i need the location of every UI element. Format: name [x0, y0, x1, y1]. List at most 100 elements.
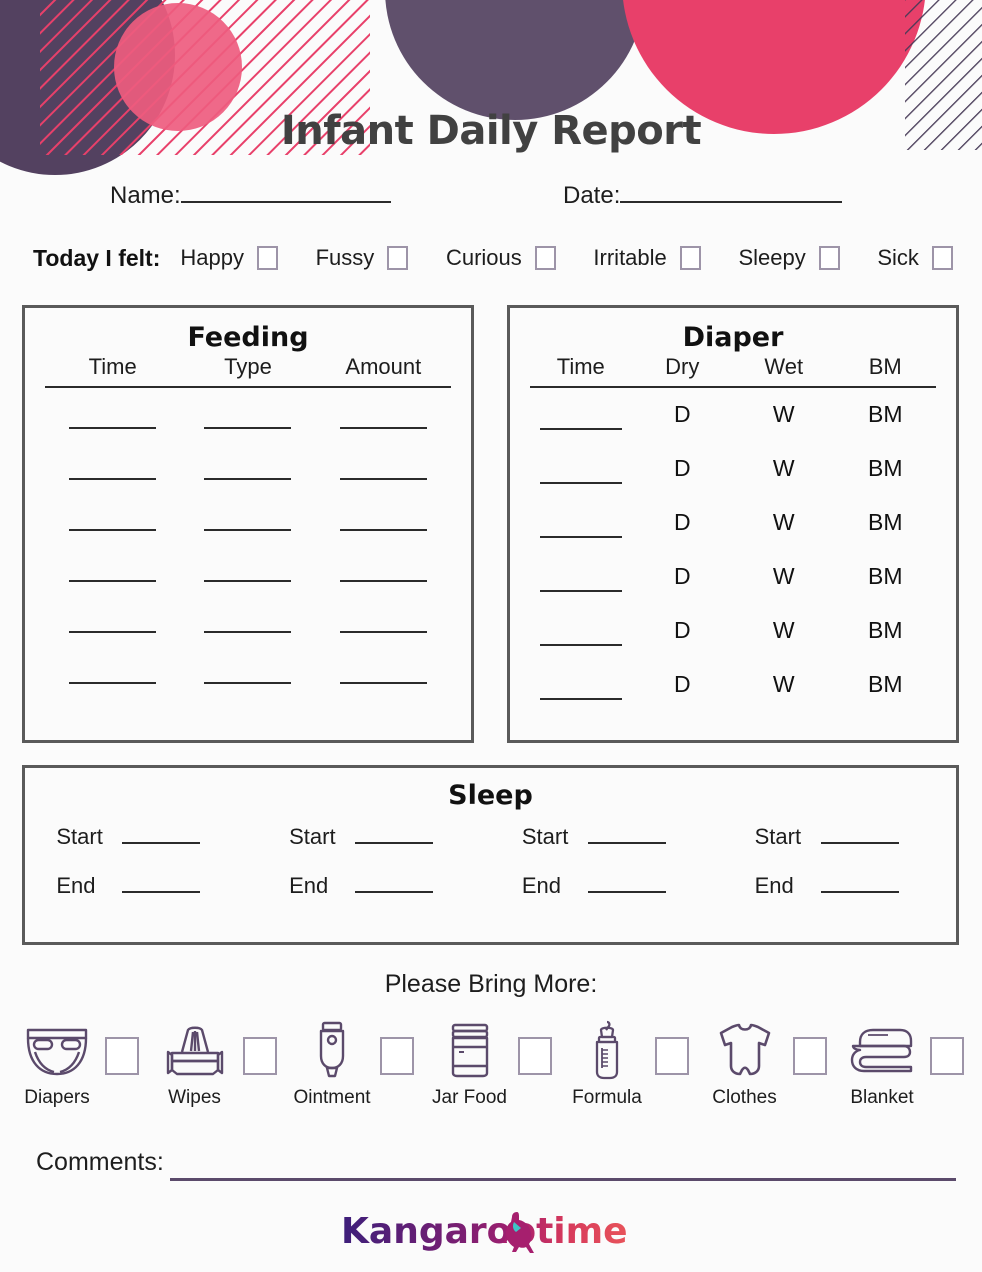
feeding-cell-time[interactable] [45, 438, 180, 489]
diaper-mark-dry[interactable]: D [632, 657, 734, 711]
feeding-cell-time[interactable] [45, 540, 180, 591]
diaper-mark-wet[interactable]: W [733, 387, 835, 441]
sleep-end-row[interactable]: End [755, 873, 925, 899]
diaper-mark-dry[interactable]: D [632, 603, 734, 657]
diaper-mark-bm[interactable]: BM [835, 603, 937, 657]
diaper-mark-dry[interactable]: D [632, 441, 734, 495]
sleep-end-row[interactable]: End [289, 873, 459, 899]
supply-checkbox[interactable] [792, 1037, 827, 1075]
diaper-cell-time[interactable] [530, 603, 632, 657]
table-row [45, 387, 451, 438]
mood-checkbox[interactable] [931, 246, 953, 270]
date-input-line[interactable] [620, 183, 843, 203]
sleep-start-line[interactable] [820, 830, 899, 844]
feeding-cell-amount[interactable] [316, 642, 451, 693]
sleep-end-line[interactable] [122, 879, 201, 893]
supply-checkbox[interactable] [930, 1037, 964, 1075]
sleep-start-line[interactable] [355, 830, 434, 844]
feeding-cell-amount[interactable] [316, 489, 451, 540]
feeding-cell-amount[interactable] [316, 540, 451, 591]
diaper-mark-bm[interactable]: BM [835, 495, 937, 549]
mood-option-curious[interactable]: Curious [446, 245, 556, 271]
name-field[interactable]: Name: [110, 182, 391, 210]
sleep-end-line[interactable] [820, 879, 899, 893]
feeding-cell-amount[interactable] [316, 387, 451, 438]
mood-option-sick[interactable]: Sick [877, 245, 953, 271]
diaper-title: Diaper [682, 322, 784, 353]
sleep-start-row[interactable]: Start [755, 824, 925, 850]
diaper-mark-dry[interactable]: D [632, 549, 734, 603]
supply-checkbox[interactable] [517, 1037, 552, 1075]
supply-checkbox[interactable] [242, 1037, 277, 1075]
diaper-mark-bm[interactable]: BM [835, 657, 937, 711]
feeding-cell-type[interactable] [180, 591, 315, 642]
diaper-mark-bm[interactable]: BM [835, 549, 937, 603]
feeding-cell-type[interactable] [180, 540, 315, 591]
sleep-start-row[interactable]: Start [56, 824, 226, 850]
mood-checkbox[interactable] [534, 246, 556, 270]
supply-label: Wipes [168, 1087, 221, 1108]
mood-option-happy[interactable]: Happy [180, 245, 278, 271]
mood-option-fussy[interactable]: Fussy [316, 245, 409, 271]
mood-option-irritable[interactable]: Irritable [593, 245, 701, 271]
jar-food-icon [444, 1020, 496, 1082]
feeding-rows [45, 387, 451, 693]
mood-checkbox[interactable] [387, 246, 409, 270]
diaper-mark-wet[interactable]: W [733, 657, 835, 711]
diaper-cell-time[interactable] [530, 441, 632, 495]
diaper-mark-bm[interactable]: BM [835, 441, 937, 495]
feeding-cell-type[interactable] [180, 642, 315, 693]
diaper-cell-time[interactable] [530, 657, 632, 711]
feeding-cell-type[interactable] [180, 438, 315, 489]
name-input-line[interactable] [180, 183, 391, 203]
mood-checkbox[interactable] [679, 246, 701, 270]
mood-checkbox[interactable] [256, 246, 278, 270]
diaper-mark-wet[interactable]: W [733, 495, 835, 549]
date-field[interactable]: Date: [563, 182, 843, 210]
feeding-cell-time[interactable] [45, 489, 180, 540]
diaper-rows: D W BM D W BM D W BM D W BM D W BM D W B… [530, 387, 936, 711]
sleep-end-line[interactable] [355, 879, 434, 893]
diaper-cell-time[interactable] [530, 549, 632, 603]
blanket-icon [846, 1020, 918, 1082]
sleep-end-label: End [521, 873, 562, 898]
supply-checkbox[interactable] [655, 1037, 689, 1075]
comments-input-line[interactable] [169, 1151, 956, 1181]
sleep-end-row[interactable]: End [56, 873, 226, 899]
diaper-mark-dry[interactable]: D [632, 495, 734, 549]
supply-label: Ointment [293, 1087, 371, 1108]
mood-option-sleepy[interactable]: Sleepy [738, 245, 840, 271]
feeding-cell-type[interactable] [180, 489, 315, 540]
feeding-cell-time[interactable] [45, 387, 180, 438]
sleep-start-line[interactable] [122, 830, 201, 844]
diaper-mark-dry[interactable]: D [632, 387, 734, 441]
feeding-cell-time[interactable] [45, 642, 180, 693]
diaper-cell-time[interactable] [530, 387, 632, 441]
sleep-end-line[interactable] [587, 879, 666, 893]
feeding-title: Feeding [187, 322, 309, 353]
feeding-cell-type[interactable] [180, 387, 315, 438]
feeding-cell-amount[interactable] [316, 438, 451, 489]
feeding-cell-time[interactable] [45, 591, 180, 642]
diaper-mark-wet[interactable]: W [733, 549, 835, 603]
sleep-entry-2: Start End [258, 824, 491, 899]
diaper-icon [22, 1020, 92, 1082]
deco-circle-purple-center [385, 0, 645, 120]
feeding-cell-amount[interactable] [316, 591, 451, 642]
bring-more-items: Diapers Wipes Ointment Jar Food Formula … [18, 1020, 964, 1109]
sleep-start-row[interactable]: Start [522, 824, 692, 850]
supply-checkbox[interactable] [105, 1037, 139, 1075]
sleep-start-row[interactable]: Start [289, 824, 459, 850]
supply-item-wipes: Wipes [156, 1020, 277, 1109]
diaper-cell-time[interactable] [530, 495, 632, 549]
supply-checkbox[interactable] [380, 1037, 414, 1075]
sleep-start-line[interactable] [587, 830, 666, 844]
mood-title: Today I felt: [33, 244, 161, 271]
feeding-col-type: Type [224, 354, 272, 379]
diaper-mark-wet[interactable]: W [733, 441, 835, 495]
supply-label: Jar Food [432, 1087, 507, 1108]
mood-checkbox[interactable] [818, 246, 840, 270]
sleep-end-row[interactable]: End [522, 873, 692, 899]
diaper-mark-wet[interactable]: W [733, 603, 835, 657]
diaper-mark-bm[interactable]: BM [835, 387, 937, 441]
